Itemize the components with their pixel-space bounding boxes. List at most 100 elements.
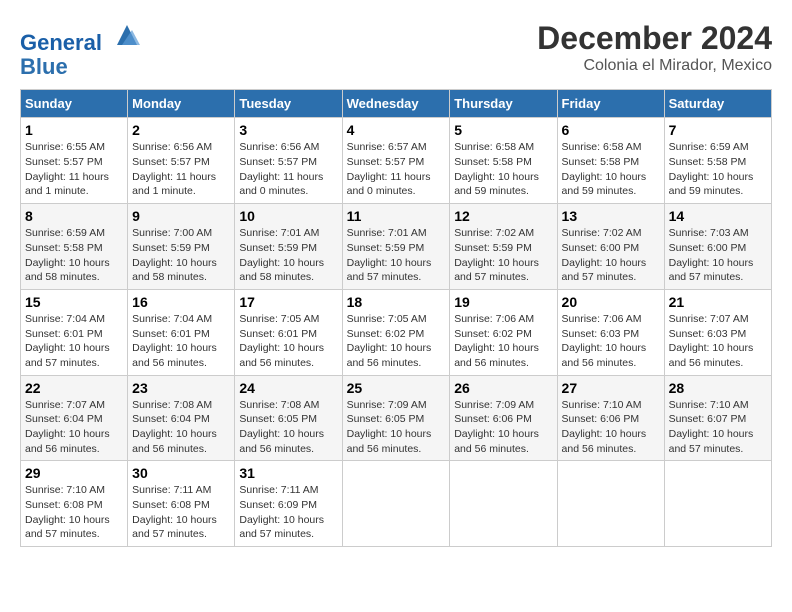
calendar-cell: 7 Sunrise: 6:59 AMSunset: 5:58 PMDaylight… (664, 118, 771, 204)
day-number: 5 (454, 122, 552, 138)
calendar-week-row: 29 Sunrise: 7:10 AMSunset: 6:08 PMDayligh… (21, 461, 772, 547)
day-number: 9 (132, 208, 230, 224)
weekday-header-tuesday: Tuesday (235, 90, 342, 118)
cell-info: Sunrise: 6:55 AMSunset: 5:57 PMDaylight:… (25, 140, 123, 199)
weekday-header-sunday: Sunday (21, 90, 128, 118)
cell-info: Sunrise: 6:59 AMSunset: 5:58 PMDaylight:… (669, 140, 767, 199)
cell-info: Sunrise: 6:59 AMSunset: 5:58 PMDaylight:… (25, 226, 123, 285)
day-number: 18 (347, 294, 446, 310)
calendar-week-row: 22 Sunrise: 7:07 AMSunset: 6:04 PMDayligh… (21, 375, 772, 461)
cell-info: Sunrise: 7:05 AMSunset: 6:01 PMDaylight:… (239, 312, 337, 371)
calendar-cell: 21 Sunrise: 7:07 AMSunset: 6:03 PMDayligh… (664, 289, 771, 375)
calendar-cell: 12 Sunrise: 7:02 AMSunset: 5:59 PMDayligh… (450, 204, 557, 290)
calendar-cell: 23Sunrise: 7:08 AMSunset: 6:04 PMDayligh… (128, 375, 235, 461)
weekday-header-monday: Monday (128, 90, 235, 118)
day-number: 2 (132, 122, 230, 138)
location-title: Colonia el Mirador, Mexico (537, 57, 772, 75)
day-number: 29 (25, 465, 123, 481)
cell-info: Sunrise: 7:03 AMSunset: 6:00 PMDaylight:… (669, 226, 767, 285)
calendar-week-row: 15Sunrise: 7:04 AMSunset: 6:01 PMDayligh… (21, 289, 772, 375)
cell-info: Sunrise: 7:07 AMSunset: 6:04 PMDaylight:… (25, 398, 123, 457)
weekday-header-thursday: Thursday (450, 90, 557, 118)
weekday-header-wednesday: Wednesday (342, 90, 450, 118)
day-number: 14 (669, 208, 767, 224)
calendar-cell: 1Sunrise: 6:55 AMSunset: 5:57 PMDaylight… (21, 118, 128, 204)
calendar-cell: 4Sunrise: 6:57 AMSunset: 5:57 PMDaylight… (342, 118, 450, 204)
day-number: 3 (239, 122, 337, 138)
calendar-cell: 2 Sunrise: 6:56 AMSunset: 5:57 PMDaylight… (128, 118, 235, 204)
calendar-week-row: 1Sunrise: 6:55 AMSunset: 5:57 PMDaylight… (21, 118, 772, 204)
day-number: 20 (562, 294, 660, 310)
day-number: 10 (239, 208, 337, 224)
logo-general: General (20, 30, 102, 55)
calendar-cell: 26Sunrise: 7:09 AMSunset: 6:06 PMDayligh… (450, 375, 557, 461)
cell-info: Sunrise: 7:07 AMSunset: 6:03 PMDaylight:… (669, 312, 767, 371)
day-number: 26 (454, 380, 552, 396)
calendar-cell: 10 Sunrise: 7:01 AMSunset: 5:59 PMDayligh… (235, 204, 342, 290)
calendar-cell: 9 Sunrise: 7:00 AMSunset: 5:59 PMDaylight… (128, 204, 235, 290)
day-number: 12 (454, 208, 552, 224)
cell-info: Sunrise: 7:02 AMSunset: 6:00 PMDaylight:… (562, 226, 660, 285)
day-number: 21 (669, 294, 767, 310)
calendar-table: SundayMondayTuesdayWednesdayThursdayFrid… (20, 89, 772, 547)
cell-info: Sunrise: 7:06 AMSunset: 6:03 PMDaylight:… (562, 312, 660, 371)
calendar-cell: 8 Sunrise: 6:59 AMSunset: 5:58 PMDaylight… (21, 204, 128, 290)
day-number: 8 (25, 208, 123, 224)
day-number: 4 (347, 122, 446, 138)
calendar-body: 1Sunrise: 6:55 AMSunset: 5:57 PMDaylight… (21, 118, 772, 547)
month-title: December 2024 (537, 20, 772, 57)
cell-info: Sunrise: 7:10 AMSunset: 6:08 PMDaylight:… (25, 483, 123, 542)
cell-info: Sunrise: 7:10 AMSunset: 6:07 PMDaylight:… (669, 398, 767, 457)
calendar-cell: 3 Sunrise: 6:56 AMSunset: 5:57 PMDaylight… (235, 118, 342, 204)
calendar-cell (557, 461, 664, 547)
calendar-cell: 17 Sunrise: 7:05 AMSunset: 6:01 PMDayligh… (235, 289, 342, 375)
day-number: 31 (239, 465, 337, 481)
day-number: 23 (132, 380, 230, 396)
calendar-week-row: 8 Sunrise: 6:59 AMSunset: 5:58 PMDaylight… (21, 204, 772, 290)
day-number: 30 (132, 465, 230, 481)
page-header: General Blue December 2024 Colonia el Mi… (20, 20, 772, 79)
weekday-header-saturday: Saturday (664, 90, 771, 118)
cell-info: Sunrise: 7:02 AMSunset: 5:59 PMDaylight:… (454, 226, 552, 285)
cell-info: Sunrise: 7:10 AMSunset: 6:06 PMDaylight:… (562, 398, 660, 457)
logo-blue: Blue (20, 55, 142, 79)
cell-info: Sunrise: 7:01 AMSunset: 5:59 PMDaylight:… (239, 226, 337, 285)
day-number: 25 (347, 380, 446, 396)
cell-info: Sunrise: 7:09 AMSunset: 6:05 PMDaylight:… (347, 398, 446, 457)
calendar-cell: 19Sunrise: 7:06 AMSunset: 6:02 PMDayligh… (450, 289, 557, 375)
calendar-cell: 30Sunrise: 7:11 AMSunset: 6:08 PMDayligh… (128, 461, 235, 547)
cell-info: Sunrise: 6:56 AMSunset: 5:57 PMDaylight:… (132, 140, 230, 199)
calendar-cell: 29 Sunrise: 7:10 AMSunset: 6:08 PMDayligh… (21, 461, 128, 547)
cell-info: Sunrise: 7:11 AMSunset: 6:09 PMDaylight:… (239, 483, 337, 542)
calendar-cell: 25 Sunrise: 7:09 AMSunset: 6:05 PMDayligh… (342, 375, 450, 461)
calendar-cell: 18 Sunrise: 7:05 AMSunset: 6:02 PMDayligh… (342, 289, 450, 375)
cell-info: Sunrise: 7:06 AMSunset: 6:02 PMDaylight:… (454, 312, 552, 371)
day-number: 7 (669, 122, 767, 138)
calendar-cell: 13Sunrise: 7:02 AMSunset: 6:00 PMDayligh… (557, 204, 664, 290)
cell-info: Sunrise: 6:56 AMSunset: 5:57 PMDaylight:… (239, 140, 337, 199)
calendar-cell: 16Sunrise: 7:04 AMSunset: 6:01 PMDayligh… (128, 289, 235, 375)
cell-info: Sunrise: 7:05 AMSunset: 6:02 PMDaylight:… (347, 312, 446, 371)
weekday-header-friday: Friday (557, 90, 664, 118)
day-number: 16 (132, 294, 230, 310)
calendar-cell: 28Sunrise: 7:10 AMSunset: 6:07 PMDayligh… (664, 375, 771, 461)
day-number: 27 (562, 380, 660, 396)
day-number: 11 (347, 208, 446, 224)
logo-text: General (20, 20, 142, 55)
calendar-cell: 22 Sunrise: 7:07 AMSunset: 6:04 PMDayligh… (21, 375, 128, 461)
day-number: 24 (239, 380, 337, 396)
calendar-cell: 15Sunrise: 7:04 AMSunset: 6:01 PMDayligh… (21, 289, 128, 375)
day-number: 22 (25, 380, 123, 396)
day-number: 17 (239, 294, 337, 310)
calendar-cell: 11 Sunrise: 7:01 AMSunset: 5:59 PMDayligh… (342, 204, 450, 290)
cell-info: Sunrise: 7:01 AMSunset: 5:59 PMDaylight:… (347, 226, 446, 285)
calendar-cell (342, 461, 450, 547)
calendar-header-row: SundayMondayTuesdayWednesdayThursdayFrid… (21, 90, 772, 118)
calendar-cell (450, 461, 557, 547)
cell-info: Sunrise: 7:08 AMSunset: 6:05 PMDaylight:… (239, 398, 337, 457)
calendar-cell: 6Sunrise: 6:58 AMSunset: 5:58 PMDaylight… (557, 118, 664, 204)
calendar-cell: 14 Sunrise: 7:03 AMSunset: 6:00 PMDayligh… (664, 204, 771, 290)
cell-info: Sunrise: 7:00 AMSunset: 5:59 PMDaylight:… (132, 226, 230, 285)
calendar-cell: 24 Sunrise: 7:08 AMSunset: 6:05 PMDayligh… (235, 375, 342, 461)
day-number: 6 (562, 122, 660, 138)
